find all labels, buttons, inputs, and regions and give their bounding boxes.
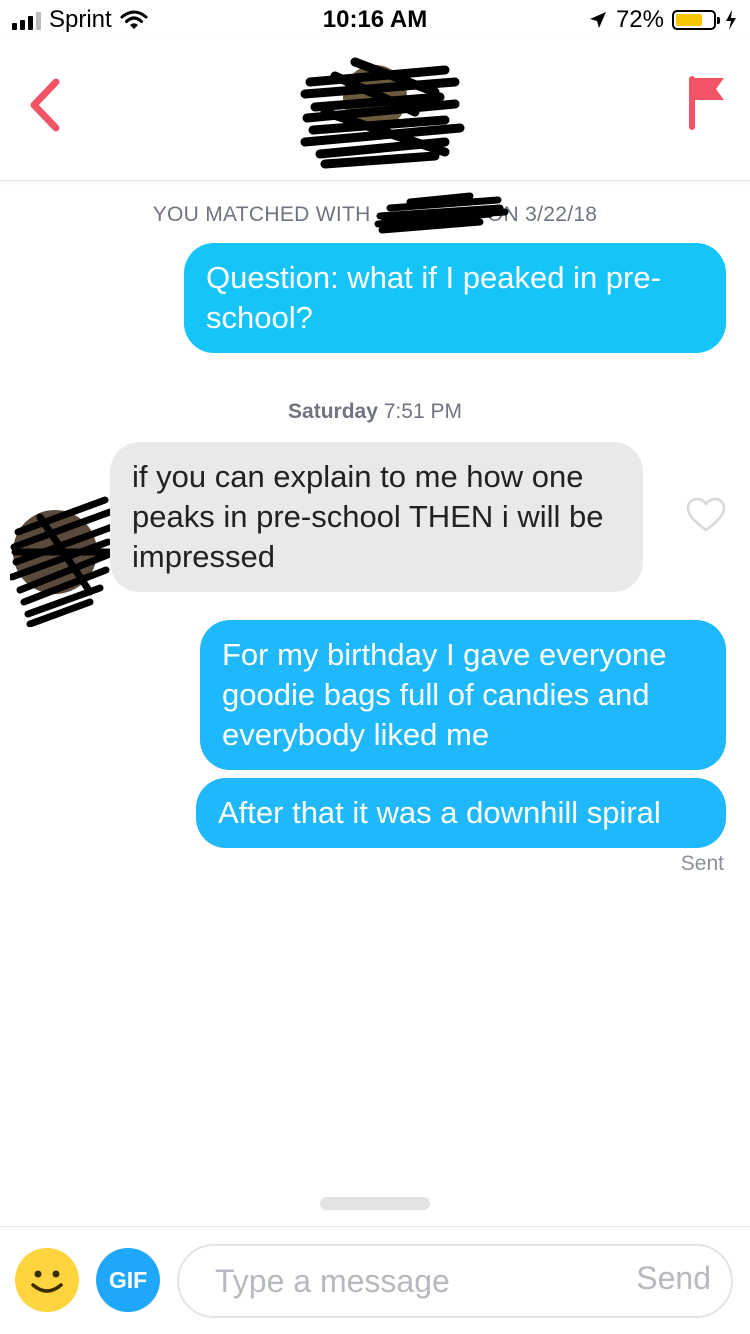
gif-button[interactable]: GIF <box>96 1248 160 1312</box>
date-day: Saturday <box>288 400 378 423</box>
date-separator: Saturday 7:51 PM <box>0 400 750 424</box>
date-time: 7:51 PM <box>383 400 462 423</box>
message-field[interactable]: Send <box>177 1244 733 1318</box>
flag-icon[interactable] <box>686 72 726 132</box>
battery-icon <box>672 10 720 30</box>
sender-avatar[interactable] <box>10 492 122 627</box>
scroll-handle[interactable] <box>320 1197 430 1210</box>
composer-bar: GIF Send <box>0 1226 750 1334</box>
heart-outline-icon[interactable] <box>686 497 726 533</box>
redacted-name-scribble <box>374 192 509 234</box>
redacted-avatar[interactable] <box>295 52 465 172</box>
battery-fill <box>676 14 702 26</box>
match-notice-prefix: YOU MATCHED WITH <box>152 203 371 226</box>
sent-message-bubble[interactable]: Question: what if I peaked in pre-school… <box>184 243 726 353</box>
location-arrow-icon <box>589 12 606 28</box>
battery-percent: 72% <box>615 6 664 33</box>
message-input[interactable] <box>215 1256 605 1306</box>
sent-message-bubble[interactable]: After that it was a downhill spiral <box>196 778 726 848</box>
received-message-bubble[interactable]: if you can explain to me how one peaks i… <box>110 442 643 592</box>
sent-message-bubble[interactable]: For my birthday I gave everyone goodie b… <box>200 620 726 770</box>
smiley-icon <box>31 1270 63 1293</box>
emoji-button[interactable] <box>15 1248 79 1312</box>
send-button[interactable]: Send <box>636 1260 711 1297</box>
chevron-left-icon[interactable] <box>22 70 66 140</box>
delivery-status: Sent <box>680 852 724 875</box>
charging-bolt-icon <box>726 10 736 30</box>
status-right: 72% <box>588 6 738 34</box>
status-bar: Sprint 10:16 AM 72% <box>0 0 750 40</box>
chat-header <box>0 40 750 181</box>
chat-screen: Sprint 10:16 AM 72% YOU MATCHED WITH ON … <box>0 0 750 1334</box>
